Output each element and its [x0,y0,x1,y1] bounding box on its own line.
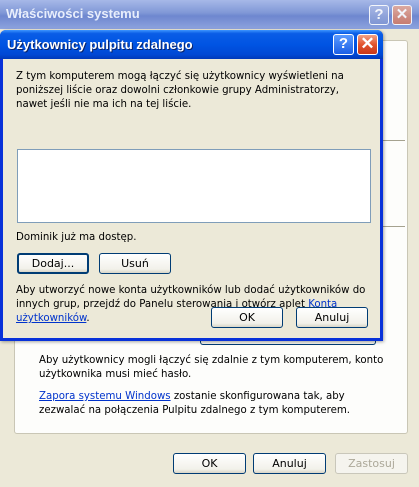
intro-text: Z tym komputerem mogą łączyć się użytkow… [16,71,344,110]
accounts-info-period: . [86,313,90,324]
dialog-titlebar[interactable]: Użytkownicy pulpitu zdalnego ? ✕ [0,30,383,59]
system-properties-titlebar[interactable]: Właściwości systemu ? ✕ [0,0,419,29]
help-icon[interactable]: ? [369,5,389,25]
dialog-ok-button[interactable]: OK [211,307,283,328]
firewall-link[interactable]: Zapora systemu Windows [39,391,171,402]
apply-button[interactable]: Zastosuj [335,453,408,474]
system-properties-title: Właściwości systemu [6,6,140,21]
close-icon[interactable]: ✕ [357,34,378,55]
remote-desktop-users-dialog: Użytkownicy pulpitu zdalnego ? ✕ Z tym k… [0,30,383,341]
help-icon[interactable]: ? [333,34,354,55]
cancel-button[interactable]: Anuluj [253,453,326,474]
firewall-note: Zapora systemu Windows zostanie skonfigu… [39,390,384,418]
dialog-cancel-button[interactable]: Anuluj [296,307,368,328]
close-icon[interactable]: ✕ [392,5,412,25]
add-button[interactable]: Dodaj... [17,253,89,274]
groupbox-edge [383,226,405,227]
groupbox-edge [383,140,405,141]
dialog-title: Użytkownicy pulpitu zdalnego [7,37,193,52]
dialog-body: Z tym komputerem mogą łączyć się użytkow… [3,59,380,338]
users-listbox[interactable] [17,149,371,223]
password-requirement-text: Aby użytkownicy mogli łączyć się zdalnie… [39,355,384,380]
access-status-text: Dominik już ma dostęp. [16,232,137,243]
remove-button[interactable]: Usuń [99,253,171,274]
ok-button[interactable]: OK [173,453,246,474]
